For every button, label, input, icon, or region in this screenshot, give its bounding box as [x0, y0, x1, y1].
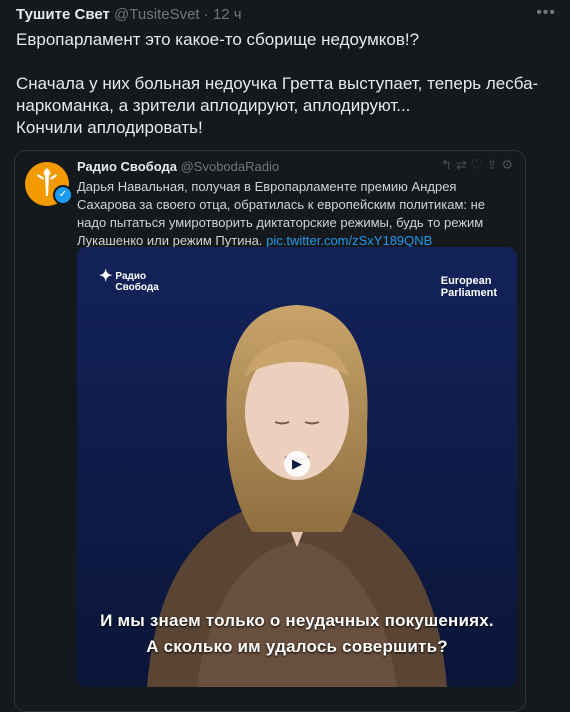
- settings-icon[interactable]: ⚙: [501, 157, 517, 172]
- ep-line1: European: [440, 275, 492, 287]
- quoted-text: Дарья Навальная, получая в Европарламент…: [77, 178, 517, 250]
- tweet-line: Европарламент это какое-то сборище недоу…: [16, 30, 420, 49]
- quoted-author-handle[interactable]: @SvobodaRadio: [181, 159, 279, 174]
- author-handle[interactable]: @TusiteSvet: [114, 6, 200, 23]
- radio-svoboda-watermark: ✦ Радио Свобода: [99, 268, 159, 294]
- tweet-line: наркоманка, а зрители аплодируют, аплоди…: [16, 96, 411, 115]
- tweet-line: Сначала у них больная недоучка Гретта вы…: [16, 74, 539, 93]
- video-subtitle-line2: А сколько им удалось совершить?: [146, 637, 448, 656]
- verified-badge-icon: ✓: [53, 185, 73, 205]
- quoted-header: Радио Свобода @SvobodaRadio: [77, 159, 279, 174]
- ep-line2: Parliament: [440, 287, 497, 299]
- reply-icon[interactable]: ↰: [441, 157, 456, 172]
- author-name[interactable]: Тушите Свет: [16, 6, 110, 23]
- retweet-icon[interactable]: ⇄: [456, 157, 471, 172]
- watermark-line1: Радио: [115, 271, 147, 282]
- european-parliament-watermark: European Parliament: [441, 275, 497, 299]
- tweet-header: Тушите Свет @TusiteSvet · 12 ч •••: [16, 4, 556, 28]
- quoted-actions: ↰⇄♡⇪⚙: [441, 157, 517, 173]
- tweet-line: Кончили аплодировать!: [16, 118, 203, 137]
- timestamp[interactable]: 12 ч: [213, 6, 242, 23]
- share-icon[interactable]: ⇪: [486, 157, 501, 172]
- quoted-author-name[interactable]: Радио Свобода: [77, 159, 177, 174]
- torch-icon: ✦: [99, 268, 113, 285]
- watermark-line2: Свобода: [115, 282, 159, 293]
- play-button-icon[interactable]: ▶: [284, 451, 310, 477]
- video-player[interactable]: ✦ Радио Свобода European Parliament ▶ И мы…: [77, 247, 517, 687]
- quoted-tweet-card[interactable]: ✓ Радио Свобода @SvobodaRadio ↰⇄♡⇪⚙ Дарь…: [14, 150, 526, 712]
- video-subtitle-line1: И мы знаем только о неудачных покушениях…: [100, 611, 494, 630]
- tweet-text: Европарламент это какое-то сборище недоу…: [16, 29, 556, 139]
- more-icon[interactable]: •••: [536, 4, 556, 22]
- separator: ·: [203, 6, 209, 23]
- quoted-link[interactable]: pic.twitter.com/zSxY189QNB: [266, 233, 432, 248]
- like-icon[interactable]: ♡: [471, 157, 487, 172]
